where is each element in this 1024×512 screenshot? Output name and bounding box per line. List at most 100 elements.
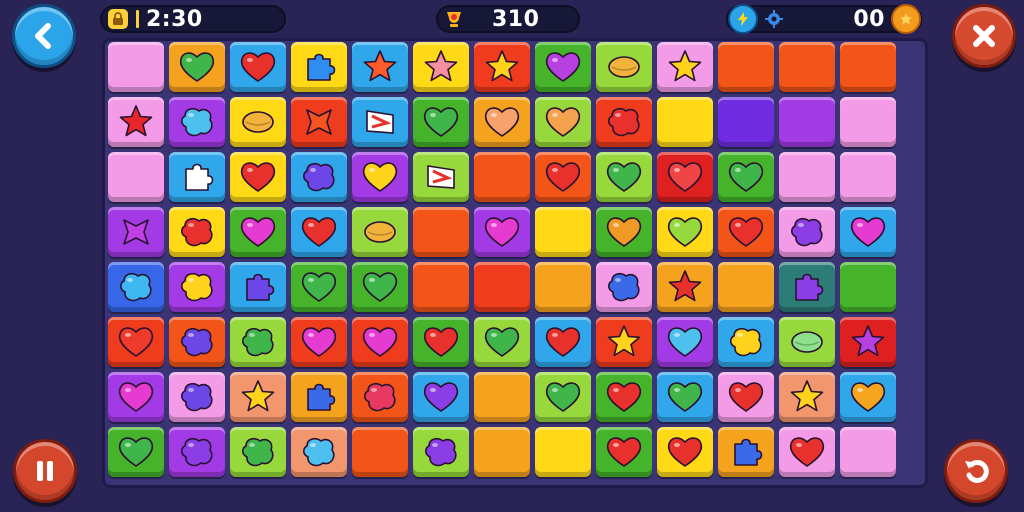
- board-tile[interactable]: [779, 97, 835, 147]
- board-tile[interactable]: [840, 207, 896, 257]
- board-tile[interactable]: [108, 97, 164, 147]
- board-tile[interactable]: [718, 317, 774, 367]
- board-tile[interactable]: [596, 152, 652, 202]
- board-tile[interactable]: [230, 317, 286, 367]
- board-tile[interactable]: [779, 42, 835, 92]
- board-tile[interactable]: [230, 262, 286, 312]
- board-tile[interactable]: [596, 97, 652, 147]
- board-tile[interactable]: [413, 317, 469, 367]
- board-tile[interactable]: [108, 427, 164, 477]
- board-tile[interactable]: [535, 42, 591, 92]
- board-tile[interactable]: [657, 262, 713, 312]
- board-tile[interactable]: [108, 42, 164, 92]
- close-button[interactable]: [952, 4, 1016, 68]
- board-tile[interactable]: [657, 42, 713, 92]
- board-tile[interactable]: [657, 427, 713, 477]
- board-tile[interactable]: [413, 372, 469, 422]
- board-tile[interactable]: [596, 42, 652, 92]
- board-tile[interactable]: [474, 317, 530, 367]
- board-tile[interactable]: [169, 42, 225, 92]
- board-tile[interactable]: [718, 262, 774, 312]
- board-tile[interactable]: [230, 152, 286, 202]
- board-tile[interactable]: [169, 317, 225, 367]
- board-tile[interactable]: [840, 372, 896, 422]
- gear-icon[interactable]: [762, 7, 786, 31]
- board-tile[interactable]: [840, 317, 896, 367]
- back-button[interactable]: [12, 4, 76, 68]
- board-tile[interactable]: [413, 152, 469, 202]
- board-tile[interactable]: [169, 427, 225, 477]
- board-tile[interactable]: [657, 207, 713, 257]
- board-tile[interactable]: [352, 372, 408, 422]
- board-tile[interactable]: [230, 372, 286, 422]
- board-tile[interactable]: [352, 317, 408, 367]
- board-tile[interactable]: [596, 317, 652, 367]
- board-tile[interactable]: [535, 207, 591, 257]
- board-tile[interactable]: [413, 207, 469, 257]
- shuffle-button[interactable]: [944, 439, 1008, 503]
- board-tile[interactable]: [535, 317, 591, 367]
- board-tile[interactable]: [230, 97, 286, 147]
- board-tile[interactable]: [840, 42, 896, 92]
- board-tile[interactable]: [596, 262, 652, 312]
- board-tile[interactable]: [108, 262, 164, 312]
- board-tile[interactable]: [535, 97, 591, 147]
- lightning-icon[interactable]: [728, 4, 758, 34]
- board-tile[interactable]: [718, 97, 774, 147]
- board-tile[interactable]: [169, 152, 225, 202]
- board-tile[interactable]: [230, 207, 286, 257]
- board-tile[interactable]: [291, 427, 347, 477]
- board-tile[interactable]: [352, 42, 408, 92]
- board-tile[interactable]: [657, 317, 713, 367]
- board-tile[interactable]: [535, 262, 591, 312]
- board-tile[interactable]: [840, 427, 896, 477]
- board-tile[interactable]: [535, 372, 591, 422]
- board-tile[interactable]: [169, 262, 225, 312]
- board-tile[interactable]: [474, 152, 530, 202]
- board-tile[interactable]: [779, 372, 835, 422]
- board-tile[interactable]: [657, 152, 713, 202]
- board-tile[interactable]: [108, 317, 164, 367]
- board-tile[interactable]: [474, 427, 530, 477]
- board-tile[interactable]: [352, 207, 408, 257]
- board-tile[interactable]: [413, 262, 469, 312]
- board-tile[interactable]: [840, 262, 896, 312]
- board-tile[interactable]: [352, 427, 408, 477]
- board-tile[interactable]: [840, 97, 896, 147]
- board-tile[interactable]: [169, 372, 225, 422]
- board-tile[interactable]: [108, 372, 164, 422]
- board-tile[interactable]: [718, 42, 774, 92]
- board-tile[interactable]: [474, 42, 530, 92]
- board-tile[interactable]: [840, 152, 896, 202]
- board-tile[interactable]: [291, 262, 347, 312]
- board-tile[interactable]: [230, 427, 286, 477]
- board-tile[interactable]: [169, 97, 225, 147]
- board-tile[interactable]: [535, 152, 591, 202]
- board-tile[interactable]: [535, 427, 591, 477]
- board-tile[interactable]: [474, 262, 530, 312]
- board-tile[interactable]: [718, 207, 774, 257]
- board-tile[interactable]: [291, 97, 347, 147]
- board-tile[interactable]: [779, 207, 835, 257]
- board-tile[interactable]: [413, 42, 469, 92]
- board-tile[interactable]: [291, 317, 347, 367]
- board-tile[interactable]: [474, 97, 530, 147]
- board-tile[interactable]: [779, 427, 835, 477]
- board-tile[interactable]: [291, 372, 347, 422]
- board-tile[interactable]: [291, 152, 347, 202]
- board-tile[interactable]: [230, 42, 286, 92]
- board-tile[interactable]: [413, 97, 469, 147]
- pause-button[interactable]: [13, 439, 77, 503]
- board-tile[interactable]: [108, 207, 164, 257]
- board-tile[interactable]: [779, 317, 835, 367]
- board-tile[interactable]: [718, 427, 774, 477]
- board-tile[interactable]: [108, 152, 164, 202]
- board-tile[interactable]: [596, 207, 652, 257]
- board-tile[interactable]: [596, 427, 652, 477]
- board-tile[interactable]: [474, 372, 530, 422]
- board-tile[interactable]: [596, 372, 652, 422]
- board-tile[interactable]: [718, 372, 774, 422]
- board-tile[interactable]: [352, 262, 408, 312]
- board-tile[interactable]: [657, 372, 713, 422]
- board-tile[interactable]: [718, 152, 774, 202]
